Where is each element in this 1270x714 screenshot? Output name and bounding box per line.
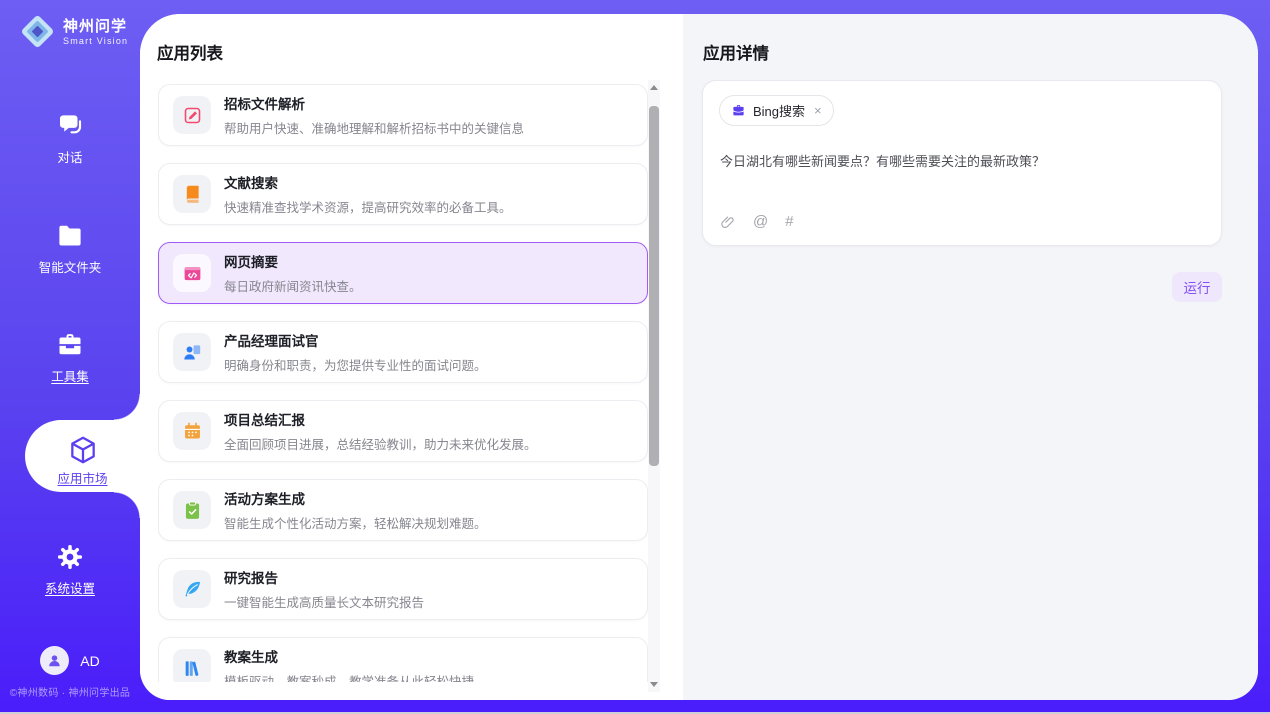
app-detail-title: 应用详情 [703, 40, 769, 64]
brand-subtitle: Smart Vision [63, 36, 128, 46]
app-card[interactable]: 项目总结汇报全面回顾项目进展，总结经验教训，助力未来优化发展。 [158, 400, 648, 462]
app-card-title: 产品经理面试官 [224, 330, 487, 350]
book-icon [173, 175, 211, 213]
avatar[interactable] [40, 646, 69, 675]
app-card-title: 文献搜索 [224, 172, 512, 192]
app-card[interactable]: 产品经理面试官明确身份和职责，为您提供专业性的面试问题。 [158, 321, 648, 383]
books-icon [173, 649, 211, 682]
scroll-up-icon[interactable] [650, 85, 658, 90]
scrollbar-thumb[interactable] [649, 106, 659, 466]
app-card[interactable]: 网页摘要每日政府新闻资讯快查。 [158, 242, 648, 304]
app-card-desc: 智能生成个性化活动方案，轻松解决规划难题。 [224, 513, 487, 532]
calendar-icon [173, 412, 211, 450]
chip-close-icon[interactable]: × [814, 103, 822, 118]
folder-icon [55, 221, 85, 251]
brand-logo: 神州问学 Smart Vision [19, 13, 128, 50]
app-card-title: 项目总结汇报 [224, 409, 537, 429]
sidebar-item-label: 工具集 [51, 366, 89, 385]
app-card-desc: 一键智能生成高质量长文本研究报告 [224, 592, 424, 611]
sidebar-item-toolkit[interactable]: 工具集 [0, 330, 140, 385]
tool-chip-label: Bing搜索 [753, 101, 805, 120]
gear-icon [55, 542, 85, 572]
app-card-desc: 快速精准查找学术资源，提高研究效率的必备工具。 [224, 197, 512, 216]
app-card[interactable]: 招标文件解析帮助用户快速、准确地理解和解析招标书中的关键信息 [158, 84, 648, 146]
app-card[interactable]: 教案生成模板驱动，教案秒成，教学准备从此轻松快捷 [158, 637, 648, 682]
sidebar: 神州问学 Smart Vision 对话智能文件夹工具集应用市场系统设置 AD … [0, 0, 140, 714]
app-card-title: 研究报告 [224, 567, 424, 587]
sidebar-item-label: 应用市场 [57, 468, 107, 487]
app-card-title: 活动方案生成 [224, 488, 487, 508]
briefcase-icon [731, 103, 746, 118]
composer-toolbar: @ # [720, 214, 794, 230]
user-account[interactable]: AD [0, 646, 140, 675]
app-card-title: 网页摘要 [224, 251, 362, 271]
sidebar-item-app-market[interactable]: 应用市场 [25, 420, 140, 492]
cube-icon [67, 434, 99, 466]
app-list-title: 应用列表 [157, 40, 223, 64]
sidebar-item-settings[interactable]: 系统设置 [0, 542, 140, 597]
app-card-title: 招标文件解析 [224, 93, 524, 113]
scrollbar[interactable] [648, 80, 660, 692]
app-card-desc: 每日政府新闻资讯快查。 [224, 276, 362, 295]
at-icon[interactable]: @ [753, 214, 768, 230]
clipboard-check-icon [173, 491, 211, 529]
app-card[interactable]: 文献搜索快速精准查找学术资源，提高研究效率的必备工具。 [158, 163, 648, 225]
pen-square-icon [173, 96, 211, 134]
interviewer-icon [173, 333, 211, 371]
app-card-desc: 模板驱动，教案秒成，教学准备从此轻松快捷 [224, 671, 474, 682]
tool-chip[interactable]: Bing搜索 × [719, 95, 834, 126]
app-list-panel: 应用列表 招标文件解析帮助用户快速、准确地理解和解析招标书中的关键信息文献搜索快… [140, 14, 683, 700]
query-text[interactable]: 今日湖北有哪些新闻要点？有哪些需要关注的最新政策？ [720, 152, 1205, 171]
toolbox-icon [55, 330, 85, 360]
paperclip-icon[interactable] [720, 214, 736, 230]
app-card-desc: 全面回顾项目进展，总结经验教训，助力未来优化发展。 [224, 434, 537, 453]
app-detail-panel: 应用详情 Bing搜索 × 今日湖北有哪些新闻要点？有哪些需要关注的最新政策？ … [683, 14, 1258, 700]
run-button[interactable]: 运行 [1172, 272, 1222, 302]
composer-card[interactable]: Bing搜索 × 今日湖北有哪些新闻要点？有哪些需要关注的最新政策？ @ # [702, 80, 1222, 246]
browser-icon [173, 254, 211, 292]
app-card[interactable]: 研究报告一键智能生成高质量长文本研究报告 [158, 558, 648, 620]
chat-icon [55, 111, 85, 141]
sidebar-item-label: 对话 [57, 147, 82, 166]
sidebar-item-label: 系统设置 [45, 578, 95, 597]
copyright-footer: ©神州数码 · 神州问学出品 [0, 684, 140, 699]
app-card-desc: 帮助用户快速、准确地理解和解析招标书中的关键信息 [224, 118, 524, 137]
app-card[interactable]: 活动方案生成智能生成个性化活动方案，轻松解决规划难题。 [158, 479, 648, 541]
sidebar-item-chat[interactable]: 对话 [0, 111, 140, 166]
app-list: 招标文件解析帮助用户快速、准确地理解和解析招标书中的关键信息文献搜索快速精准查找… [158, 84, 648, 682]
app-card-title: 教案生成 [224, 646, 474, 666]
brand-name: 神州问学 [63, 18, 128, 36]
main-content: 应用列表 招标文件解析帮助用户快速、准确地理解和解析招标书中的关键信息文献搜索快… [140, 14, 1258, 700]
quill-icon [173, 570, 211, 608]
user-initials: AD [80, 653, 99, 669]
brand-logo-icon [19, 13, 56, 50]
sidebar-item-smart-folders[interactable]: 智能文件夹 [0, 221, 140, 276]
app-card-desc: 明确身份和职责，为您提供专业性的面试问题。 [224, 355, 487, 374]
scroll-down-icon[interactable] [650, 682, 658, 687]
sidebar-item-label: 智能文件夹 [39, 257, 102, 276]
hash-icon[interactable]: # [785, 214, 793, 230]
